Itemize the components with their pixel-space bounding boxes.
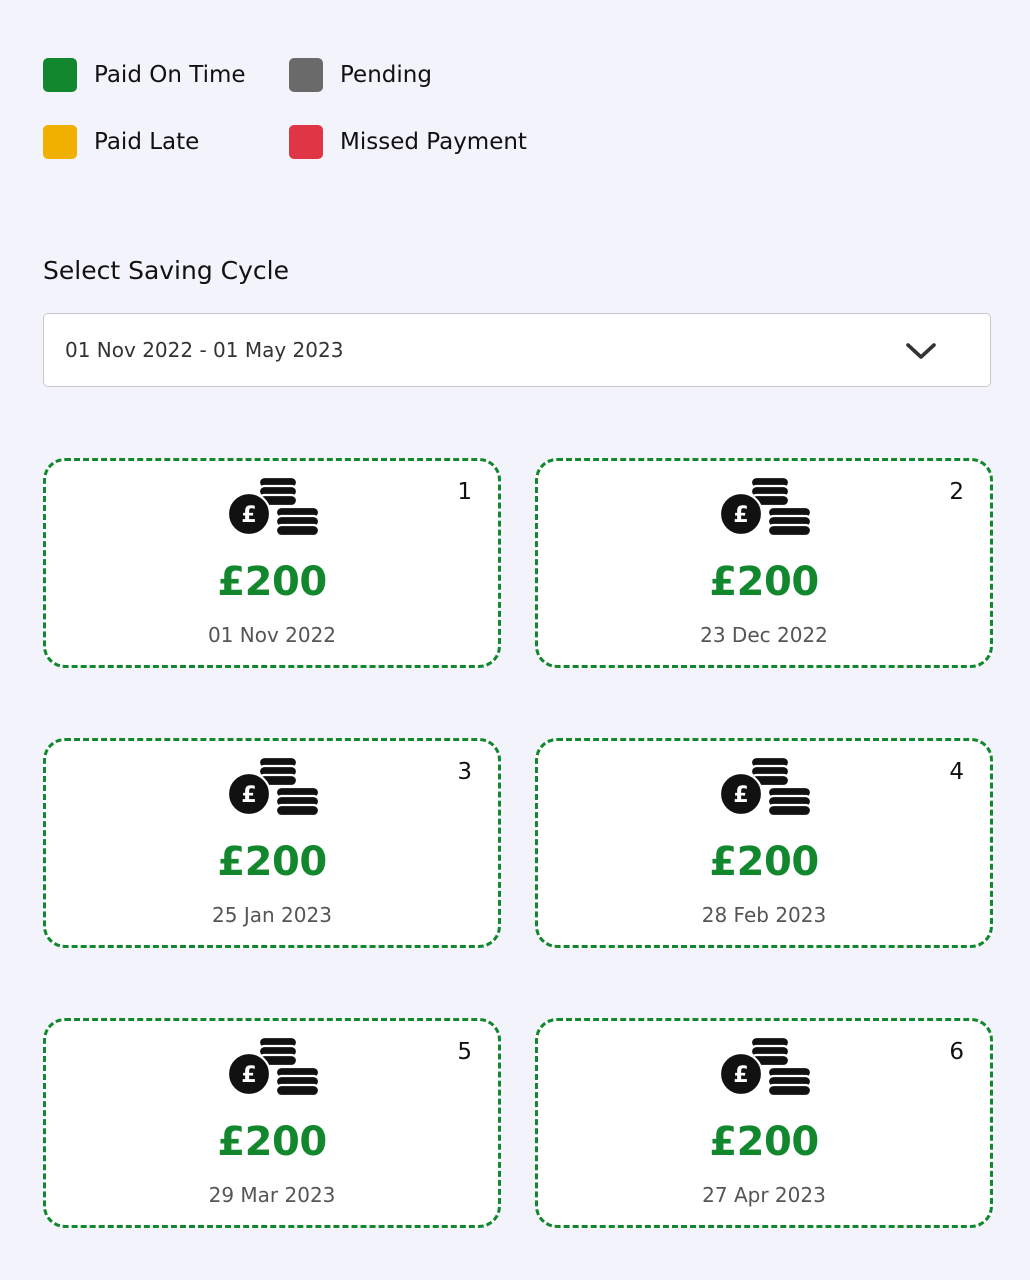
svg-text:£: £ [733,783,748,808]
chevron-down-icon [906,343,936,359]
pound-coins-icon: £ [227,1035,321,1098]
pound-coins-icon: £ [227,755,321,818]
legend-swatch-pending [289,58,323,92]
select-saving-cycle-title: Select Saving Cycle [43,256,289,285]
legend-item-paid-on-time: Paid On Time [43,58,246,92]
legend-label: Paid Late [94,129,200,155]
svg-text:£: £ [241,1063,256,1088]
svg-text:£: £ [241,503,256,528]
legend-item-pending: Pending [289,58,432,92]
payment-card-2[interactable]: 2 £ £200 23 Dec 2022 [535,458,993,668]
payment-card-5[interactable]: 5 £ £200 29 Mar 2023 [43,1018,501,1228]
pound-coins-icon: £ [227,475,321,538]
pound-coins-icon: £ [719,755,813,818]
payment-card-3[interactable]: 3 £ £200 25 Jan 2023 [43,738,501,948]
payment-date: 01 Nov 2022 [207,623,337,647]
payment-date: 27 Apr 2023 [702,1183,826,1207]
payment-date: 28 Feb 2023 [701,903,827,927]
payment-date: 29 Mar 2023 [208,1183,336,1207]
payment-amount: £200 [217,1119,327,1165]
payment-number: 3 [457,759,472,785]
pound-coins-icon: £ [719,475,813,538]
payment-number: 1 [457,479,472,505]
legend-label: Pending [340,62,432,88]
payment-amount: £200 [709,1119,819,1165]
svg-text:£: £ [241,783,256,808]
legend-swatch-missed-payment [289,125,323,159]
legend-item-missed-payment: Missed Payment [289,125,527,159]
payment-amount: £200 [217,839,327,885]
legend-swatch-paid-late [43,125,77,159]
payment-number: 6 [949,1039,964,1065]
payment-number: 4 [949,759,964,785]
legend-label: Missed Payment [340,129,527,155]
saving-cycle-select[interactable]: 01 Nov 2022 - 01 May 2023 [43,313,991,387]
payment-amount: £200 [709,559,819,605]
payment-number: 2 [949,479,964,505]
svg-text:£: £ [733,503,748,528]
saving-cycle-selected-value: 01 Nov 2022 - 01 May 2023 [65,338,344,362]
legend-label: Paid On Time [94,62,246,88]
payment-status-legend: Paid On Time Pending Paid Late Missed Pa… [43,58,643,168]
legend-swatch-paid-on-time [43,58,77,92]
svg-text:£: £ [733,1063,748,1088]
payment-card-6[interactable]: 6 £ £200 27 Apr 2023 [535,1018,993,1228]
payment-amount: £200 [709,839,819,885]
pound-coins-icon: £ [719,1035,813,1098]
payment-date: 23 Dec 2022 [700,623,828,647]
payment-date: 25 Jan 2023 [212,903,332,927]
payment-card-4[interactable]: 4 £ £200 28 Feb 2023 [535,738,993,948]
payment-amount: £200 [217,559,327,605]
payment-number: 5 [457,1039,472,1065]
payment-card-1[interactable]: 1 £ £200 01 Nov 2022 [43,458,501,668]
legend-item-paid-late: Paid Late [43,125,199,159]
